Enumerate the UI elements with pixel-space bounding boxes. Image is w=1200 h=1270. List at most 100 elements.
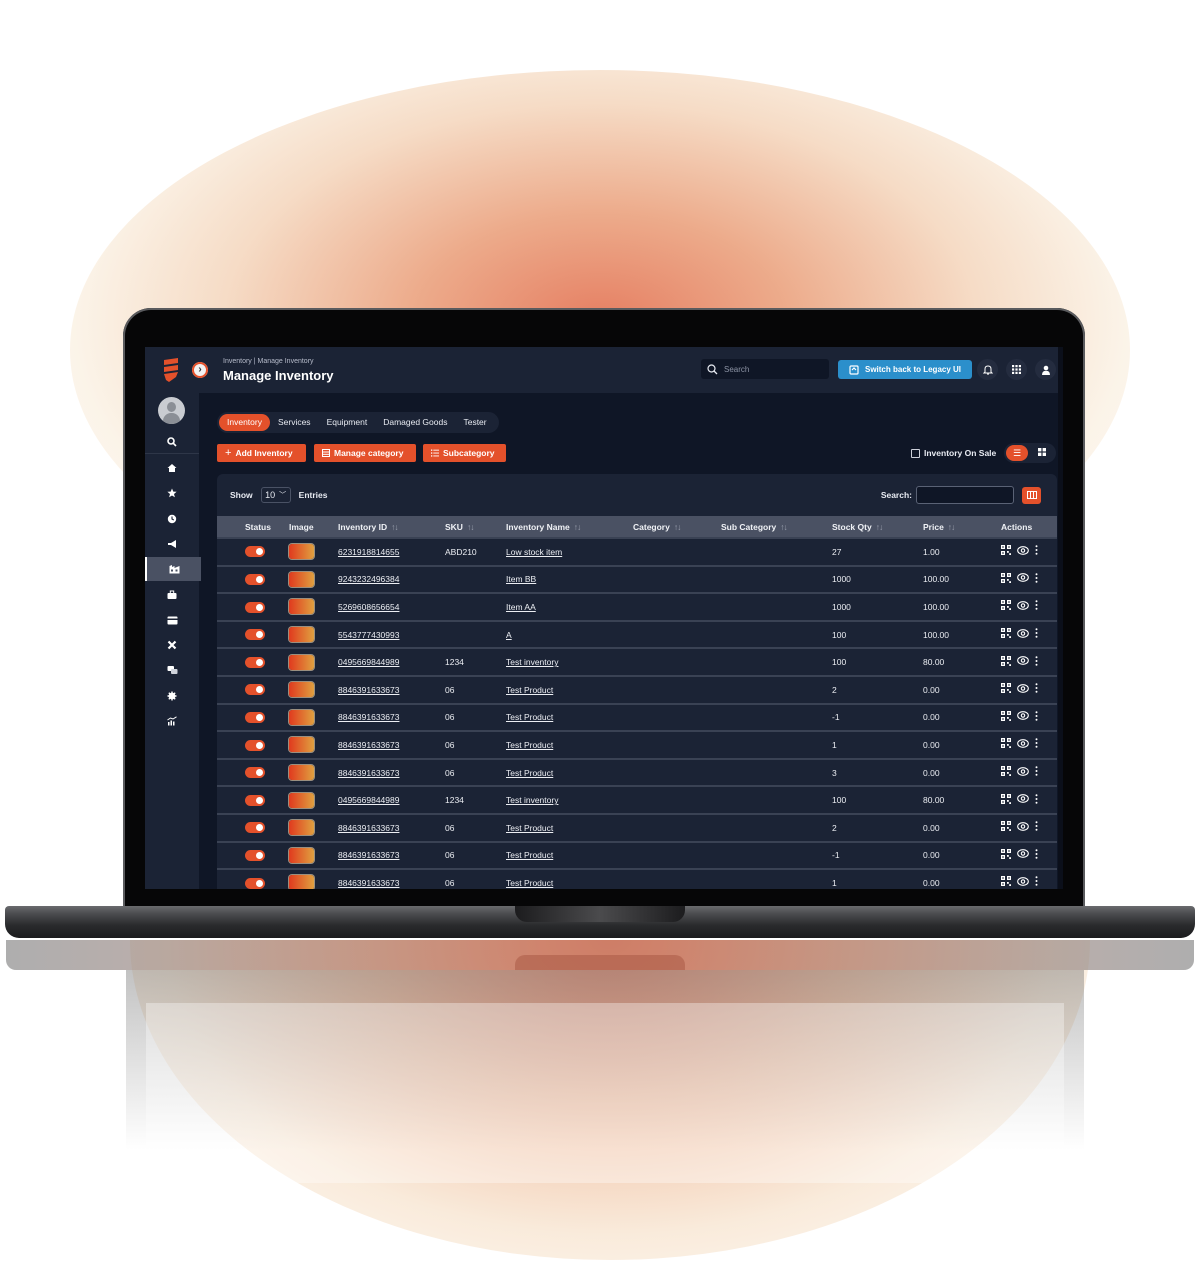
sort-icon[interactable]: ↑↓	[467, 522, 474, 532]
more-options-icon[interactable]	[1035, 628, 1038, 641]
inventory-id-link[interactable]: 6231918814655	[338, 547, 399, 557]
more-options-icon[interactable]	[1035, 766, 1038, 779]
view-eye-icon[interactable]	[1017, 656, 1029, 668]
sort-icon[interactable]: ↑↓	[780, 522, 787, 532]
status-toggle[interactable]	[245, 629, 265, 641]
qr-code-icon[interactable]	[1001, 793, 1011, 807]
tab-damaged-goods[interactable]: Damaged Goods	[375, 414, 455, 431]
sidebar-analytics-icon[interactable]	[145, 709, 199, 733]
status-toggle[interactable]	[245, 711, 265, 723]
product-thumbnail[interactable]	[289, 571, 314, 587]
table-search-input[interactable]	[916, 486, 1014, 504]
sidebar-home-icon[interactable]	[145, 456, 199, 480]
view-eye-icon[interactable]	[1017, 573, 1029, 585]
manage-category-button[interactable]: Manage category	[314, 444, 416, 462]
sort-icon[interactable]: ↑↓	[876, 522, 883, 532]
checkbox-box[interactable]	[911, 448, 920, 458]
global-search-input[interactable]: Search	[701, 359, 829, 379]
product-thumbnail[interactable]	[289, 847, 314, 863]
sort-icon[interactable]: ↑↓	[391, 522, 398, 532]
product-thumbnail[interactable]	[289, 544, 314, 560]
status-toggle[interactable]	[245, 656, 265, 668]
view-eye-icon[interactable]	[1017, 601, 1029, 613]
qr-code-icon[interactable]	[1001, 821, 1011, 834]
sidebar-expand-button[interactable]: ›	[192, 362, 208, 378]
sidebar-gear-icon[interactable]	[145, 684, 199, 708]
status-toggle[interactable]	[245, 574, 265, 586]
inventory-name-link[interactable]: Test inventory	[506, 795, 558, 805]
qr-code-icon[interactable]	[1001, 710, 1011, 724]
inventory-name-link[interactable]: Test Product	[506, 768, 553, 778]
more-options-icon[interactable]	[1035, 573, 1038, 586]
column-header-stock-qty[interactable]: Stock Qty ↑↓	[832, 516, 923, 538]
inventory-id-link[interactable]: 8846391633673	[338, 712, 399, 722]
qr-code-icon[interactable]	[1001, 766, 1011, 779]
status-toggle[interactable]	[245, 684, 265, 696]
inventory-name-link[interactable]: Test Product	[506, 712, 553, 722]
qr-code-icon[interactable]	[1001, 876, 1011, 889]
tab-equipment[interactable]: Equipment	[319, 414, 376, 431]
qr-code-icon[interactable]	[1001, 683, 1011, 696]
sidebar-chat-icon[interactable]	[145, 658, 199, 682]
column-header-sku[interactable]: SKU ↑↓	[445, 516, 506, 538]
more-options-icon[interactable]	[1035, 793, 1038, 807]
sort-icon[interactable]: ↑↓	[674, 522, 681, 532]
qr-code-icon[interactable]	[1001, 848, 1011, 862]
column-header-price[interactable]: Price ↑↓	[923, 516, 1001, 538]
more-options-icon[interactable]	[1035, 711, 1038, 724]
more-options-icon[interactable]	[1035, 876, 1038, 889]
sidebar-briefcase-icon[interactable]	[145, 583, 199, 607]
view-eye-icon[interactable]	[1017, 683, 1029, 696]
sidebar-credit-card-icon[interactable]	[145, 608, 199, 632]
apps-button[interactable]	[1006, 359, 1027, 380]
inventory-id-link[interactable]: 8846391633673	[338, 768, 399, 778]
product-thumbnail[interactable]	[289, 654, 314, 670]
inventory-name-link[interactable]: Item AA	[506, 602, 536, 612]
product-thumbnail[interactable]	[289, 820, 314, 836]
column-header-category[interactable]: Category ↑↓	[633, 516, 721, 538]
sidebar-clock-icon[interactable]	[145, 507, 199, 531]
qr-code-icon[interactable]	[1001, 655, 1011, 669]
qr-code-icon[interactable]	[1001, 545, 1011, 558]
inventory-id-link[interactable]: 0495669844989	[338, 657, 399, 667]
view-eye-icon[interactable]	[1017, 821, 1029, 834]
inventory-name-link[interactable]: Test Product	[506, 685, 553, 695]
qr-code-icon[interactable]	[1001, 600, 1011, 613]
more-options-icon[interactable]	[1035, 600, 1038, 613]
inventory-id-link[interactable]: 8846391633673	[338, 740, 399, 750]
add-inventory-button[interactable]: + Add Inventory	[217, 444, 306, 462]
inventory-name-link[interactable]: A	[506, 630, 512, 640]
tab-services[interactable]: Services	[270, 414, 319, 431]
qr-code-icon[interactable]	[1001, 572, 1011, 586]
product-thumbnail[interactable]	[289, 875, 314, 889]
more-options-icon[interactable]	[1035, 849, 1038, 862]
column-visibility-button[interactable]	[1022, 486, 1041, 504]
sidebar-search-icon[interactable]	[145, 430, 199, 454]
product-thumbnail[interactable]	[289, 765, 314, 781]
status-toggle[interactable]	[245, 767, 265, 779]
inventory-id-link[interactable]: 8846391633673	[338, 823, 399, 833]
product-thumbnail[interactable]	[289, 737, 314, 753]
product-thumbnail[interactable]	[289, 792, 314, 808]
breadcrumb[interactable]: Inventory | Manage Inventory	[223, 358, 314, 365]
status-toggle[interactable]	[245, 546, 265, 558]
view-eye-icon[interactable]	[1017, 849, 1029, 861]
grid-view-button[interactable]	[1034, 445, 1050, 461]
view-eye-icon[interactable]	[1017, 877, 1029, 889]
view-eye-icon[interactable]	[1017, 794, 1029, 806]
more-options-icon[interactable]	[1035, 821, 1038, 834]
user-avatar[interactable]	[158, 397, 185, 424]
profile-button[interactable]	[1035, 359, 1056, 380]
product-thumbnail[interactable]	[289, 682, 314, 698]
inventory-name-link[interactable]: Test Product	[506, 823, 553, 833]
status-toggle[interactable]	[245, 739, 265, 751]
view-eye-icon[interactable]	[1017, 711, 1029, 723]
tab-inventory[interactable]: Inventory	[219, 414, 270, 431]
inventory-name-link[interactable]: Test inventory	[506, 657, 558, 667]
status-toggle[interactable]	[245, 601, 265, 613]
inventory-name-link[interactable]: Test Product	[506, 878, 553, 888]
more-options-icon[interactable]	[1035, 738, 1038, 751]
sort-icon[interactable]: ↑↓	[948, 522, 955, 532]
column-header-inventory-name[interactable]: Inventory Name ↑↓	[506, 516, 633, 538]
column-header-sub-category[interactable]: Sub Category ↑↓	[721, 516, 832, 538]
